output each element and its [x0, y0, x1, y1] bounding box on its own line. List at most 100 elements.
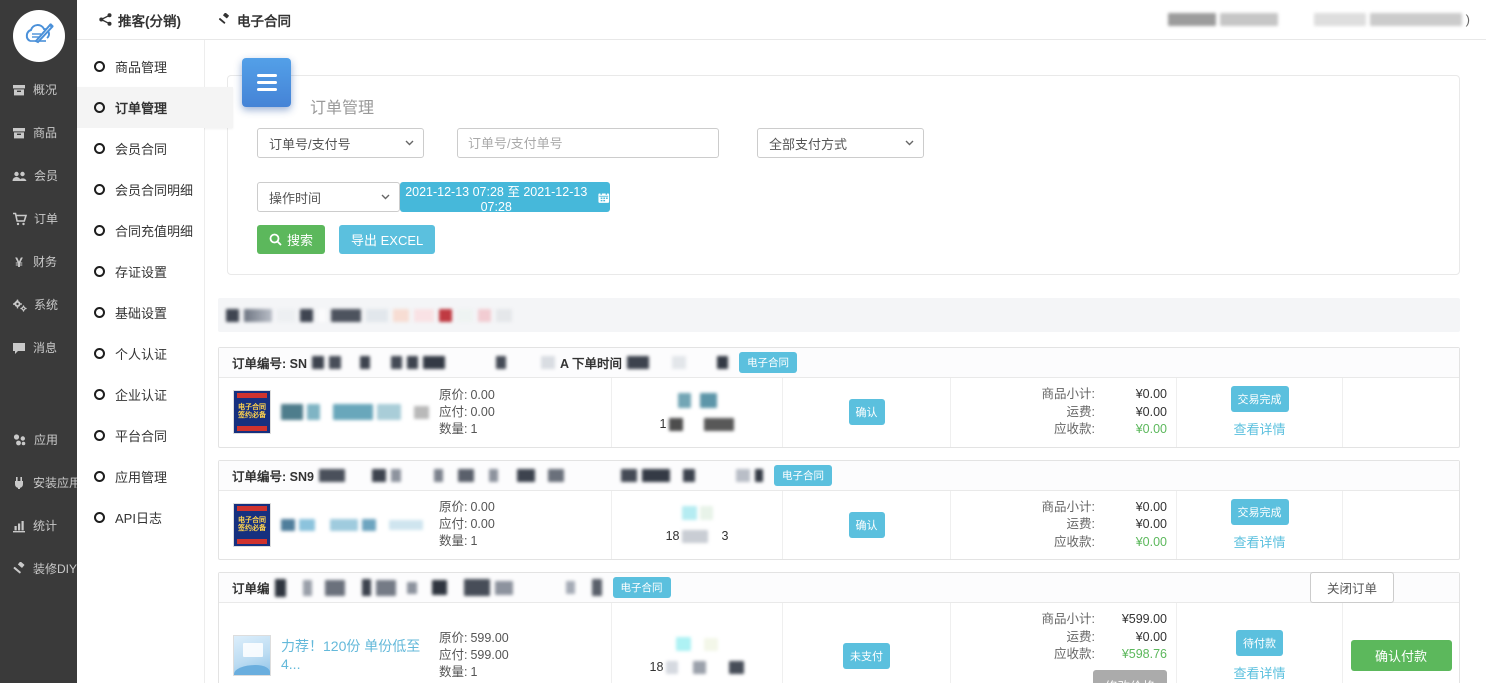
submenu-item-member-contract[interactable]: 会员合同 [77, 128, 204, 169]
original-price-value: 0.00 [470, 388, 494, 402]
view-details-link[interactable]: 查看详情 [1233, 419, 1285, 438]
product-thumbnail[interactable] [233, 635, 271, 676]
pay-method-select[interactable]: 全部支付方式 [757, 128, 924, 158]
sidebar-item-goods[interactable]: 商品 [0, 111, 77, 154]
order-status-tabs[interactable] [218, 298, 1460, 332]
sidebar-item-members[interactable]: 会员 [0, 154, 77, 197]
submenu-label: 订单管理 [115, 98, 167, 117]
quantity-label: 数量: [439, 422, 467, 436]
redacted-buyer-name [676, 637, 691, 651]
menu-toggle-button[interactable] [242, 58, 291, 107]
submenu-item-personal-auth[interactable]: 个人认证 [77, 333, 204, 374]
time-type-select[interactable]: 操作时间 [257, 182, 400, 212]
submenu-item-order-mgmt[interactable]: 订单管理 [77, 87, 233, 128]
redacted-buyer-phone [704, 418, 734, 431]
topnav-tuike-distribution[interactable]: 推客(分销) [99, 10, 181, 30]
subtotal-value: ¥599.00 [1095, 611, 1167, 629]
submenu-item-enterprise-auth[interactable]: 企业认证 [77, 374, 204, 415]
order-card-header: 订单编号: SN9 电子合同 [219, 461, 1459, 491]
sidebar-item-label: 系统 [34, 296, 58, 313]
submenu-item-api-log[interactable]: API日志 [77, 497, 204, 538]
sidebar-item-apps[interactable]: 应用 [0, 418, 77, 461]
confirm-button[interactable]: 确认 [849, 399, 885, 425]
user-info-suffix: ) [1466, 12, 1470, 27]
submenu-item-evidence-settings[interactable]: 存证设置 [77, 251, 204, 292]
order-card-body: 电子合同 签约必备 [219, 378, 1459, 447]
sidebar-item-statistics[interactable]: 统计 [0, 504, 77, 547]
select-value: 全部支付方式 [769, 134, 847, 153]
econtract-badge[interactable]: 电子合同 [774, 465, 832, 486]
amount-summary-cell: 商品小计:¥599.00 运费:¥0.00 应收款:¥598.76 修改价格 [950, 603, 1176, 683]
submenu-item-platform-contract[interactable]: 平台合同 [77, 415, 204, 456]
topbar-user-info[interactable]: ) [1168, 12, 1470, 27]
receivable-label: 应收款: [1054, 421, 1095, 439]
buyer-cell: 183 [611, 491, 782, 560]
sidebar-item-label: 应用 [34, 431, 58, 448]
thumb-text: 签约必备 [238, 412, 266, 420]
topbar: 推客(分销) 电子合同 ) [77, 0, 1486, 40]
submenu-item-contract-recharge-detail[interactable]: 合同充值明细 [77, 210, 204, 251]
redacted-order-sn [423, 356, 445, 369]
redacted-order-time [717, 356, 728, 369]
sidebar-item-system[interactable]: 系统 [0, 283, 77, 326]
circle-bullet-icon [94, 348, 105, 359]
sidebar-item-finance[interactable]: ¥ 财务 [0, 240, 77, 283]
export-excel-button[interactable]: 导出 EXCEL [339, 225, 435, 254]
original-price-value: 599.00 [470, 631, 508, 645]
buyer-phone-fragment2: 3 [721, 529, 728, 543]
product-title-link[interactable]: 力荐！120份 单份低至4... [281, 638, 420, 672]
product-thumbnail[interactable]: 电子合同 签约必备 [233, 390, 271, 434]
product-cell: 电子合同 签约必备 [219, 491, 611, 560]
sidebar-item-decorate-diy[interactable]: 装修DIY [0, 547, 77, 590]
finance-icon: ¥ [12, 254, 26, 270]
payable-label: 应付: [439, 517, 467, 531]
submenu-item-app-mgmt[interactable]: 应用管理 [77, 456, 204, 497]
sidebar-item-install-apps[interactable]: 安装应用 [0, 461, 77, 504]
product-cell: 力荐！120份 单份低至4... 原价:599.00 应付:599.00 数量:… [219, 603, 611, 683]
redacted-order-sn [517, 469, 535, 482]
redacted-tab [457, 309, 473, 322]
status-badge: 待付款 [1236, 630, 1283, 656]
date-range-button[interactable]: 2021-12-13 07:28 至 2021-12-13 07:28 [400, 182, 610, 212]
submenu-item-goods-mgmt[interactable]: 商品管理 [77, 46, 204, 87]
submenu-label: 商品管理 [115, 57, 167, 76]
receivable-label: 应收款: [1054, 646, 1095, 664]
app-logo[interactable] [13, 10, 65, 62]
redacted-buyer-phone [682, 530, 708, 543]
sidebar-item-overview[interactable]: 概况 [0, 68, 77, 111]
order-type-select[interactable]: 订单号/支付号 [257, 128, 424, 158]
receivable-value: ¥0.00 [1095, 534, 1167, 552]
view-details-link[interactable]: 查看详情 [1233, 532, 1285, 551]
search-button[interactable]: 搜索 [257, 225, 325, 254]
submenu-item-basic-settings[interactable]: 基础设置 [77, 292, 204, 333]
order-card-header: 订单编 电子合同 关闭订单 [219, 573, 1459, 603]
econtract-badge[interactable]: 电子合同 [739, 352, 797, 373]
topnav-econtract[interactable]: 电子合同 [217, 10, 291, 30]
redacted-order-sn [592, 579, 602, 596]
page-title: 订单管理 [310, 94, 1431, 112]
confirm-payment-button[interactable]: 确认付款 [1351, 640, 1452, 671]
submenu-item-member-contract-detail[interactable]: 会员合同明细 [77, 169, 204, 210]
redacted-order-sn [407, 582, 417, 594]
close-order-button[interactable]: 关闭订单 [1310, 572, 1394, 603]
confirm-button[interactable]: 确认 [849, 512, 885, 538]
view-details-link[interactable]: 查看详情 [1233, 663, 1285, 682]
sidebar-item-messages[interactable]: 消息 [0, 326, 77, 369]
product-thumbnail[interactable]: 电子合同 签约必备 [233, 503, 271, 547]
topnav-label: 推客(分销) [118, 10, 181, 30]
keyword-input[interactable] [457, 128, 719, 158]
submenu-label: API日志 [115, 508, 162, 527]
buyer-phone-fragment: 18 [650, 660, 664, 674]
buyer-cell: 1 [611, 378, 782, 447]
order-time-label: A 下单时间 [560, 353, 622, 372]
redacted-buyer-phone [729, 661, 744, 674]
sidebar-item-orders[interactable]: 订单 [0, 197, 77, 240]
redacted-order-time [736, 469, 750, 482]
econtract-badge[interactable]: 电子合同 [613, 577, 671, 598]
modify-price-button[interactable]: 修改价格 [1093, 670, 1167, 683]
order-sn: 订单编 [232, 578, 270, 597]
redacted-title [377, 404, 401, 420]
unpaid-badge[interactable]: 未支付 [843, 643, 890, 669]
redacted-order-sn [360, 356, 370, 369]
filter-panel: 订单管理 订单号/支付号 全部支付方式 [227, 75, 1460, 275]
